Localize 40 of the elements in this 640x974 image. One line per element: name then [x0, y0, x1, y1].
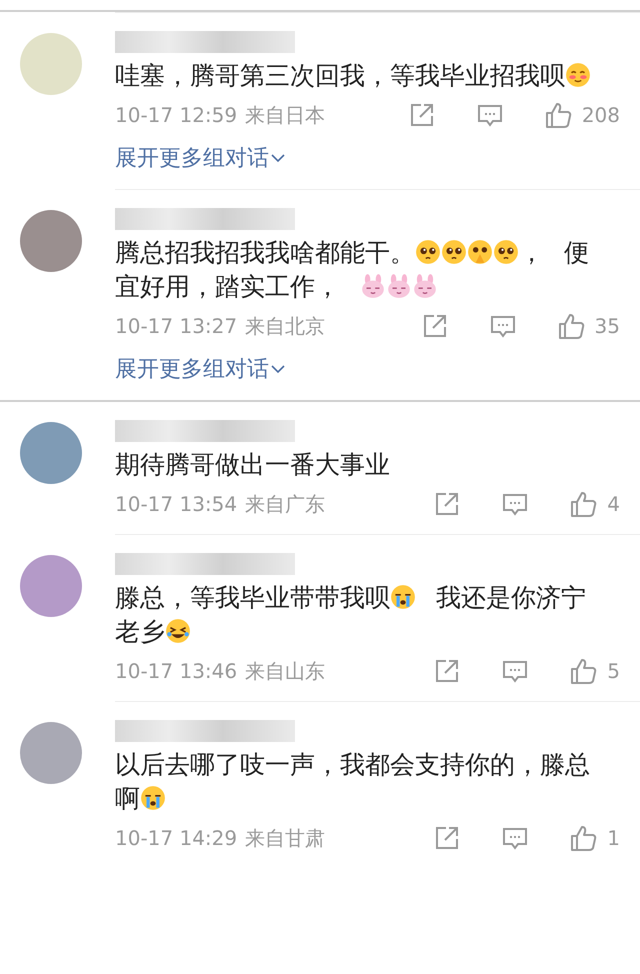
blushing-face-icon: [565, 62, 591, 88]
chevron-down-icon: [271, 364, 285, 374]
comment-time: 10-17 13:46: [115, 659, 238, 683]
thumbs-up-icon[interactable]: [569, 824, 598, 852]
comment-time: 10-17 13:27: [115, 314, 238, 338]
rabbit-face-icon: [360, 273, 386, 299]
pleading-face-icon: [493, 239, 519, 265]
thumbs-up-icon[interactable]: [556, 312, 585, 340]
comment-text: 腾总招我招我我啥都能干。 ， 便宜好用，踏实工作，: [115, 237, 590, 303]
laughing-face-icon: [165, 618, 191, 644]
face-with-hands-icon: [467, 239, 493, 265]
comment-location: 来自甘肃: [245, 824, 326, 852]
comment-time: 10-17 12:59: [115, 103, 238, 127]
comment-text: 哇塞，腾哥第三次回我，等我毕业招我呗: [115, 59, 599, 93]
crying-face-icon: [390, 584, 416, 610]
pleading-face-icon: [415, 239, 441, 265]
thumbs-up-icon[interactable]: [544, 101, 572, 129]
expand-conversations-link[interactable]: 展开更多组对话: [115, 139, 285, 179]
like-count: 1: [607, 826, 620, 850]
chevron-down-icon: [271, 153, 285, 163]
thumbs-up-icon[interactable]: [569, 490, 598, 518]
thumbs-up-icon[interactable]: [569, 657, 598, 685]
like-count: 5: [607, 659, 620, 683]
comment-location: 来自日本: [245, 102, 326, 128]
comment-location: 来自山东: [245, 658, 326, 684]
comment-text: 期待腾哥做出一番大事业: [115, 449, 391, 481]
rabbit-face-icon: [386, 273, 412, 299]
pleading-face-icon: [441, 239, 467, 265]
comment-time: 10-17 14:29: [115, 826, 238, 850]
expand-conversations-link[interactable]: 展开更多组对话: [115, 350, 285, 390]
like-count: 35: [594, 314, 620, 338]
comment-text: 以后去哪了吱一声，我都会支持你的，滕总啊: [115, 749, 591, 815]
comment-time: 10-17 13:54: [115, 492, 238, 516]
like-count: 4: [607, 492, 620, 516]
like-count: 208: [582, 103, 620, 127]
rabbit-face-icon: [412, 273, 438, 299]
comment-location: 来自广东: [245, 490, 326, 518]
comment-location: 来自北京: [245, 312, 326, 340]
crying-face-icon: [140, 785, 166, 811]
comment-text: 滕总，等我毕业带带我呗 我还是你济宁老乡: [115, 582, 587, 648]
